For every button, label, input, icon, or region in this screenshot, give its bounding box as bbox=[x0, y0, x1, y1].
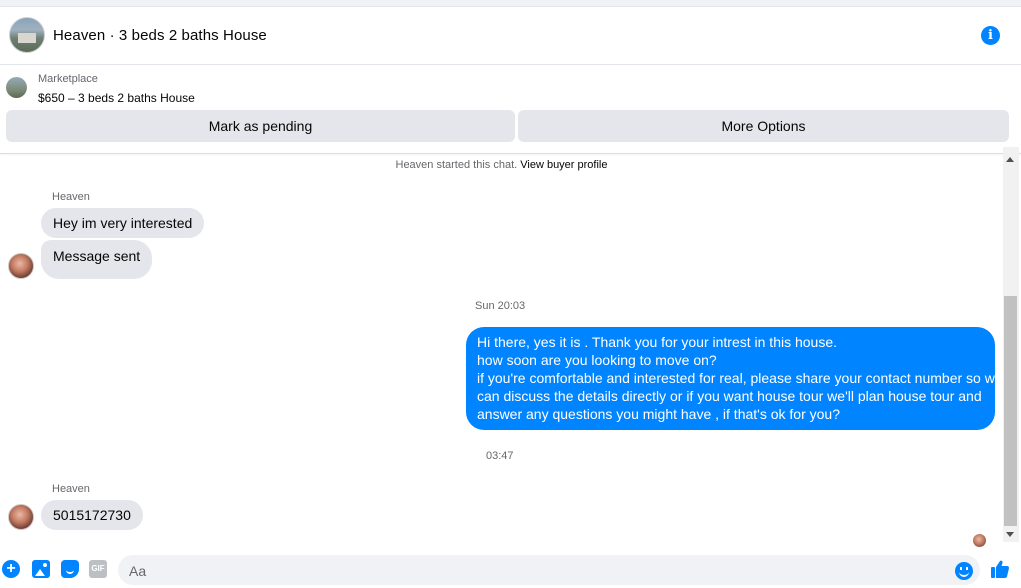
outgoing-message[interactable]: Hi there, yes it is . Thank you for your… bbox=[466, 327, 1003, 430]
marketplace-listing-bar: Marketplace $650 – 3 beds 2 baths House … bbox=[0, 66, 1021, 152]
marketplace-label: Marketplace bbox=[38, 73, 98, 85]
emoji-icon[interactable] bbox=[955, 562, 973, 580]
incoming-message[interactable]: 5015172730 bbox=[41, 500, 143, 530]
info-icon[interactable]: i bbox=[981, 26, 1000, 45]
message-timestamp: 03:47 bbox=[486, 450, 514, 462]
listing-title[interactable]: $650 – 3 beds 2 baths House bbox=[38, 91, 195, 105]
scrollbar-thumb[interactable] bbox=[1004, 296, 1017, 526]
thumbs-up-icon[interactable] bbox=[990, 559, 1010, 579]
message-timestamp: Sun 20:03 bbox=[475, 300, 526, 312]
outgoing-message-line: if you're comfortable and interested for… bbox=[477, 370, 1003, 386]
message-input-placeholder: Aa bbox=[129, 563, 147, 579]
plus-icon[interactable]: + bbox=[2, 560, 20, 578]
incoming-message[interactable]: Hey im very interested bbox=[41, 208, 205, 238]
listing-avatar[interactable] bbox=[9, 17, 45, 53]
incoming-message[interactable]: Message sent bbox=[41, 240, 153, 279]
seen-indicator-avatar bbox=[973, 534, 986, 547]
sender-name: Heaven bbox=[52, 483, 90, 495]
outgoing-message-line: answer any questions you might have , if… bbox=[477, 406, 840, 422]
message-list: Heaven started this chat. View buyer pro… bbox=[0, 154, 1003, 549]
message-input[interactable]: Aa bbox=[118, 555, 980, 585]
outgoing-message-line: how soon are you looking to move on? bbox=[477, 352, 717, 368]
chat-started-notice: Heaven started this chat. View buyer pro… bbox=[0, 159, 1003, 171]
scroll-up-arrow-icon[interactable] bbox=[1006, 157, 1014, 162]
sender-avatar[interactable] bbox=[8, 253, 34, 279]
gif-icon[interactable]: GIF bbox=[89, 560, 107, 578]
outgoing-message-line: Hi there, yes it is . Thank you for your… bbox=[477, 334, 838, 350]
chat-title[interactable]: Heaven · 3 beds 2 baths House bbox=[53, 27, 267, 44]
chat-window: Heaven · 3 beds 2 baths House i Marketpl… bbox=[0, 6, 1021, 588]
scroll-down-arrow-icon[interactable] bbox=[1006, 532, 1014, 537]
mark-as-pending-button[interactable]: Mark as pending bbox=[6, 110, 515, 142]
message-composer: + GIF Aa bbox=[0, 548, 1021, 588]
outgoing-message-line: can discuss the details directly or if y… bbox=[477, 388, 982, 404]
sender-avatar[interactable] bbox=[8, 504, 34, 530]
photo-icon[interactable] bbox=[32, 560, 50, 578]
listing-thumbnail[interactable] bbox=[6, 77, 27, 98]
chat-started-text: Heaven started this chat. bbox=[395, 159, 518, 171]
chat-header: Heaven · 3 beds 2 baths House i bbox=[0, 7, 1021, 65]
view-buyer-profile-link[interactable]: View buyer profile bbox=[520, 159, 607, 171]
more-options-button[interactable]: More Options bbox=[518, 110, 1009, 142]
sender-name: Heaven bbox=[52, 191, 90, 203]
sticker-icon[interactable] bbox=[61, 560, 79, 578]
